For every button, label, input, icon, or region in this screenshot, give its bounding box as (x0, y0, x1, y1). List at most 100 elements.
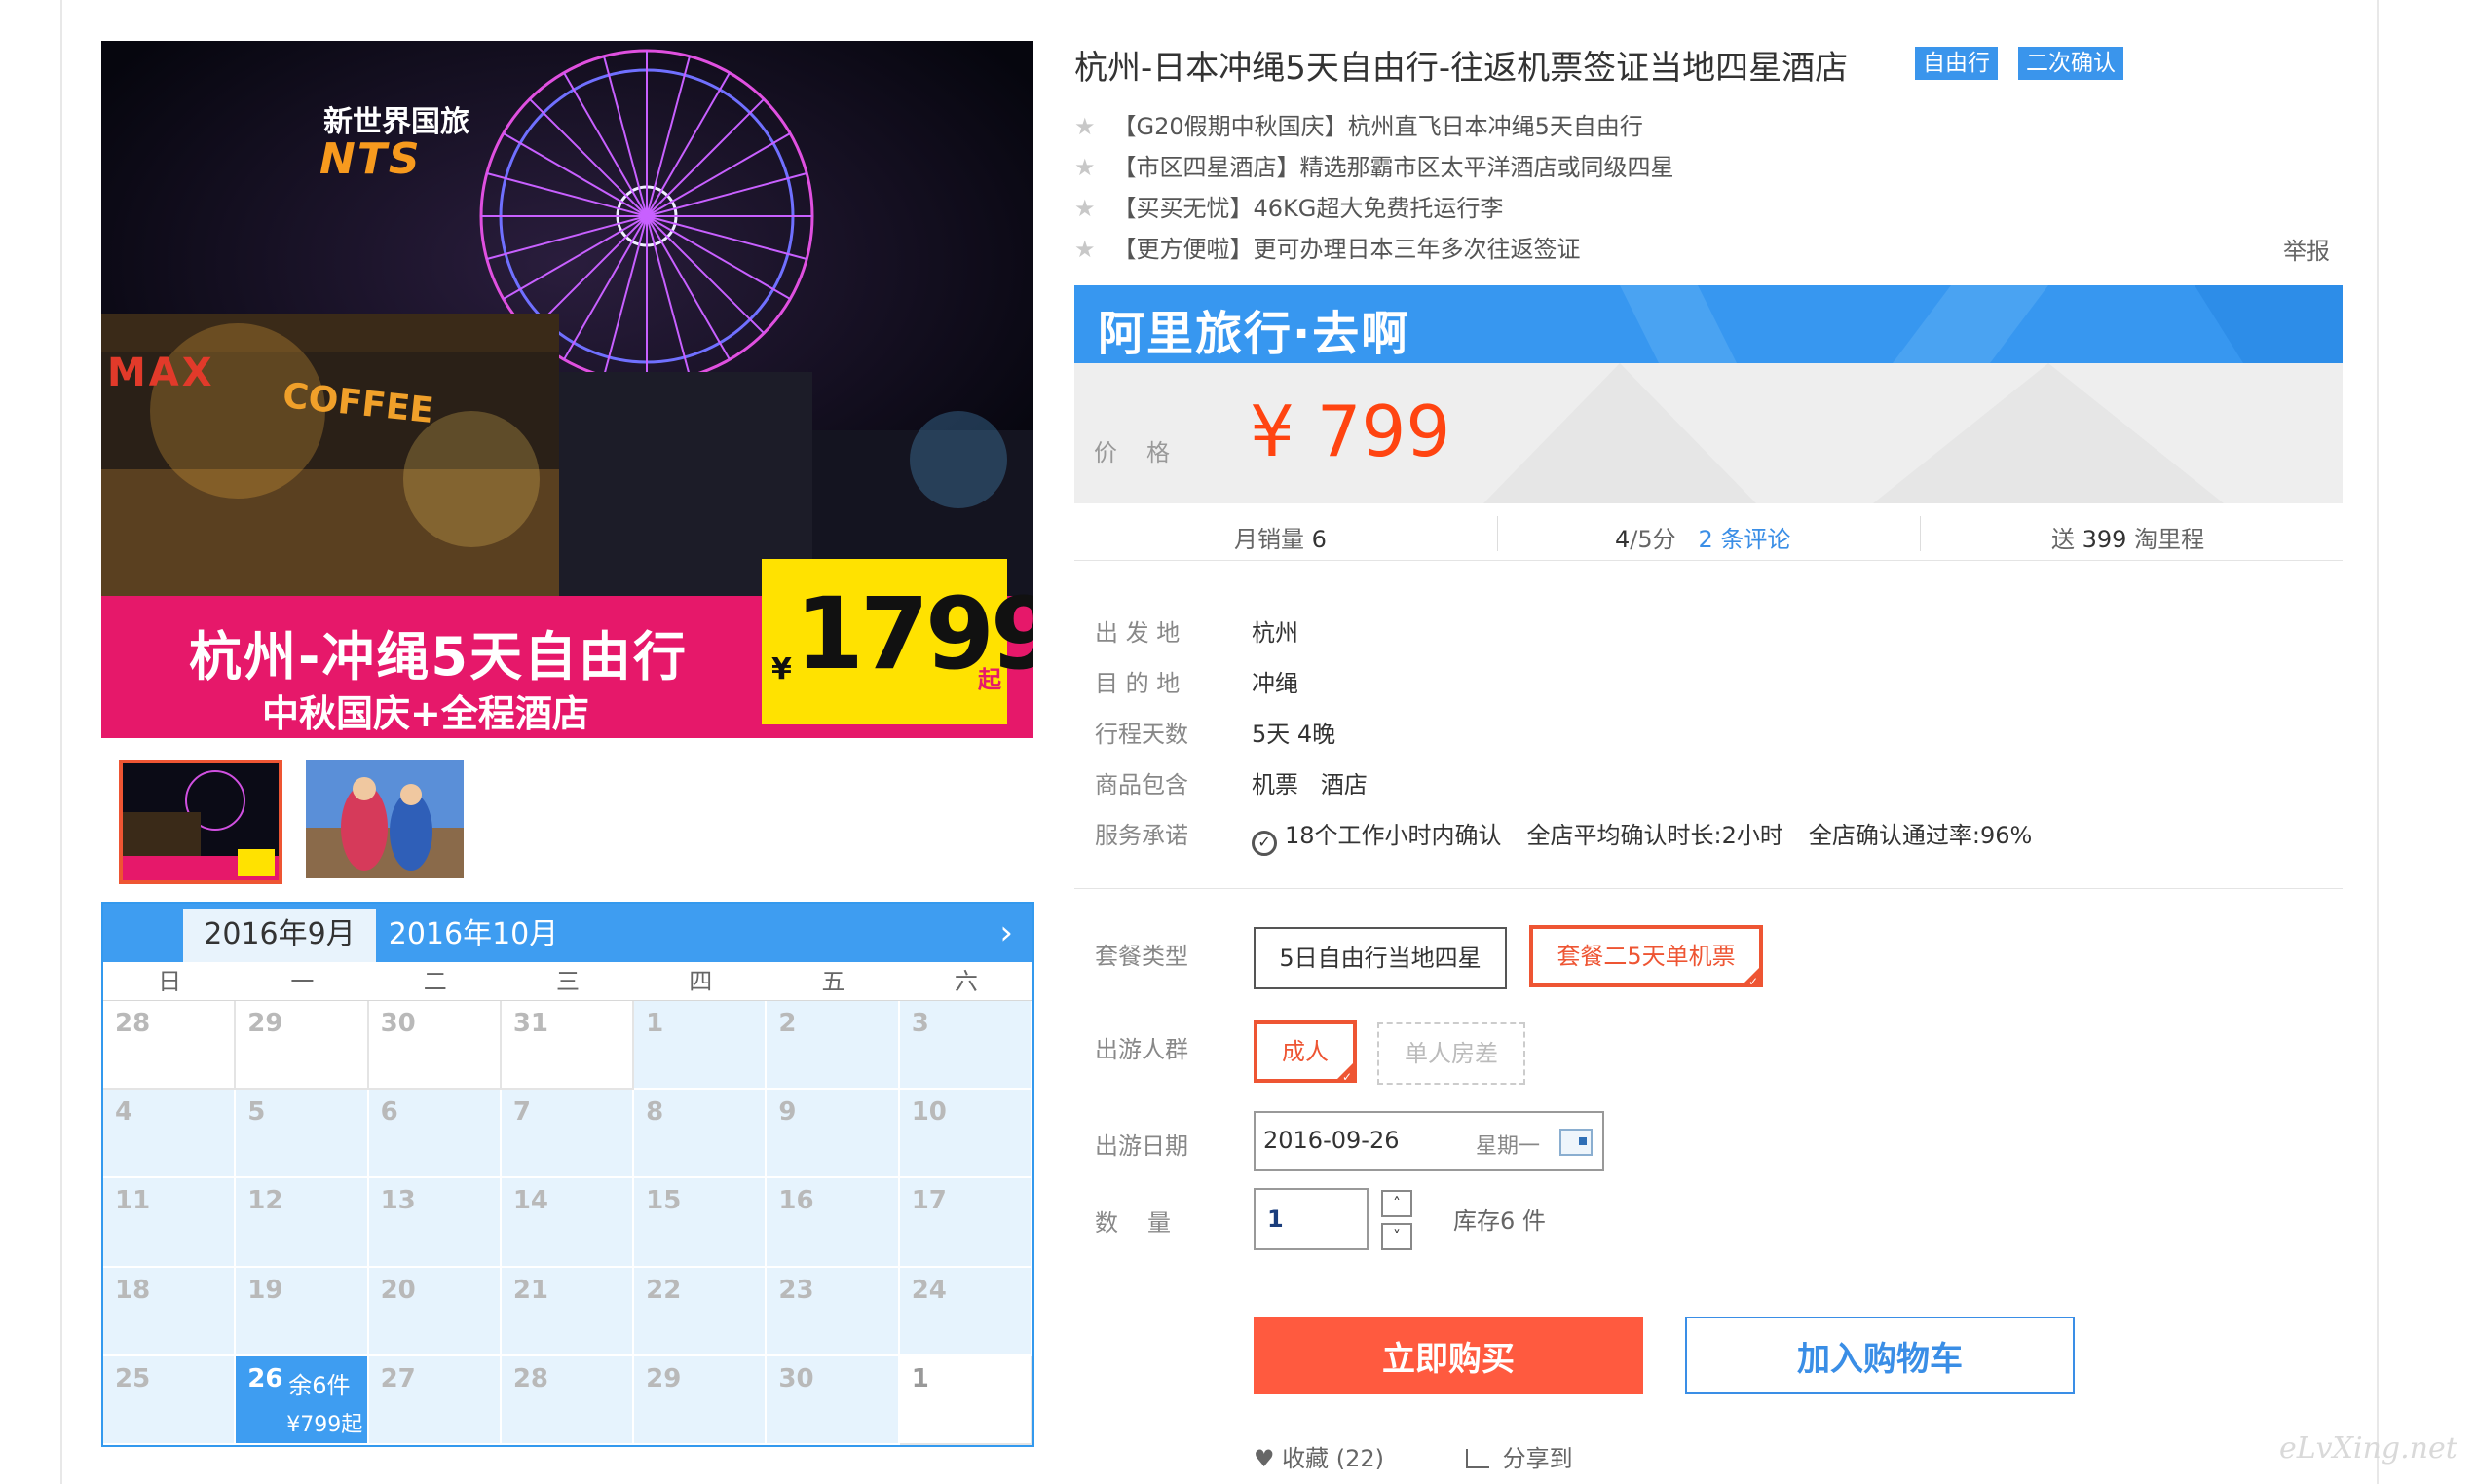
calendar-tab-current-month[interactable]: 2016年9月 (183, 909, 376, 962)
calendar-day: 29 (236, 1001, 369, 1091)
calendar-icon[interactable] (1559, 1129, 1593, 1156)
points-suffix: 淘里程 (2134, 526, 2205, 553)
traveler-option-single-supplement[interactable]: 单人房差 (1377, 1022, 1525, 1085)
stock-count: 库存6 件 (1453, 1207, 1546, 1235)
quantity-increment-button[interactable]: ˄ (1381, 1190, 1412, 1217)
price-value: ¥ 799 (1250, 390, 1451, 472)
promo-banner-subtitle: 中秋国庆+全程酒店 (262, 692, 589, 735)
price-label: 价格 (1094, 439, 1199, 466)
quantity-decrement-button[interactable]: ˅ (1381, 1223, 1412, 1250)
travel-date-label: 出游日期 (1095, 1132, 1188, 1160)
weekday-label: 四 (689, 968, 713, 995)
points-prefix: 送 (2051, 526, 2075, 553)
service-item: 全店平均确认时长:2小时 (1526, 822, 1783, 849)
quantity-label: 数量 (1095, 1209, 1200, 1237)
calendar-day: 9 (767, 1090, 900, 1179)
travel-date-input[interactable]: 2016-09-26 星期一 (1254, 1111, 1604, 1171)
travel-date-value: 2016-09-26 (1263, 1127, 1400, 1154)
day-number: 23 (778, 1275, 814, 1305)
monthly-sales: 月销量 6 (1234, 520, 1327, 554)
buy-now-button[interactable]: 立即购买 (1254, 1317, 1643, 1394)
product-title: 杭州-日本冲绳5天自由行-往返机票签证当地四星酒店 (1074, 49, 1849, 88)
day-number: 12 (247, 1186, 283, 1216)
day-number: 3 (911, 1009, 929, 1038)
day-number: 5 (247, 1097, 266, 1128)
sales-stats-bar: 月销量 6 4/5分 2 条评论 送 399 淘里程 (1074, 516, 2343, 561)
calendar-day: 1 (634, 1001, 768, 1091)
calendar-day: 27 (368, 1355, 502, 1445)
rating-suffix: /5分 (1630, 526, 1676, 553)
promo-price-currency: ¥ (771, 652, 792, 686)
calendar-day: 20 (368, 1267, 502, 1356)
report-link[interactable]: 举报 (2283, 232, 2330, 266)
weekday-label: 三 (555, 968, 580, 995)
day-number: 7 (512, 1097, 531, 1128)
package-option-label: 套餐二5天单机票 (1557, 943, 1736, 970)
day-number: 15 (646, 1186, 682, 1216)
service-item: 全店确认通过率:96% (1808, 822, 2033, 849)
brand-title: 阿里旅行·去啊 (1098, 307, 1410, 361)
service-promise: ✓ 18个工作小时内确认 全店平均确认时长:2小时 全店确认通过率:96% (1252, 816, 2057, 856)
calendar-day: 8 (634, 1090, 768, 1179)
day-number: 22 (646, 1275, 682, 1305)
checkmark-icon: ✓ (1747, 975, 1758, 988)
favorite-link[interactable]: ♥ 收藏 (22) (1254, 1439, 1384, 1473)
day-number: 16 (778, 1186, 814, 1216)
traveler-option-adult-selected[interactable]: 成人 ✓ (1254, 1020, 1357, 1084)
attr-value-departure: 杭州 (1252, 619, 1298, 647)
attr-label-departure: 出 发 地 (1095, 619, 1181, 647)
day-number: 24 (911, 1275, 947, 1305)
checkmark-icon: ✓ (1341, 1070, 1352, 1084)
calendar-day: 10 (899, 1090, 1032, 1179)
traveler-option-label: 成人 (1282, 1038, 1329, 1065)
thumbnail-2[interactable] (306, 760, 469, 884)
attr-value-destination: 冲绳 (1252, 670, 1298, 697)
calendar-day: 21 (501, 1267, 635, 1356)
nts-logo-mark: NTS (319, 134, 422, 184)
calendar-day-selected[interactable]: 26 余6件 ¥799起 (236, 1355, 369, 1445)
calendar-day: 1 (899, 1355, 1032, 1445)
calendar-grid: 28 29 30 31 1 2 3 4 5 6 7 8 9 10 11 12 1… (103, 1001, 1032, 1445)
day-number: 26 (247, 1363, 283, 1393)
calendar-day: 30 (767, 1355, 900, 1445)
day-remaining-stock: 余6件 (288, 1371, 351, 1399)
day-number: 11 (115, 1186, 151, 1216)
calendar-day: 2 (767, 1001, 900, 1091)
rating-value: 4 (1615, 526, 1631, 553)
calendar-day: 30 (368, 1001, 502, 1091)
day-number: 30 (778, 1363, 814, 1393)
package-option-1[interactable]: 5日自由行当地四星 (1254, 927, 1507, 989)
quantity-box (1254, 1188, 1369, 1250)
calendar-weekday-row: 日 一 二 三 四 五 六 (103, 962, 1032, 1001)
main-product-image[interactable]: 新世界国旅 NTS MAX COFFEE 杭州-冲绳5天自由行 中秋国庆+全程酒… (101, 41, 1033, 738)
attr-value-duration: 5天 4晚 (1252, 721, 1336, 748)
day-number: 27 (380, 1363, 416, 1393)
max-sign: MAX (107, 351, 215, 395)
promo-banner-title: 杭州-冲绳5天自由行 (189, 626, 688, 687)
thumbnail-1[interactable] (119, 760, 282, 884)
calendar-day: 23 (767, 1267, 900, 1356)
day-number: 21 (512, 1275, 549, 1305)
page-border-left (60, 0, 62, 1484)
package-option-2-selected[interactable]: 套餐二5天单机票 ✓ (1529, 925, 1763, 988)
calendar-day: 14 (501, 1178, 635, 1268)
calendar-day: 15 (634, 1178, 768, 1268)
calendar-day: 29 (634, 1355, 768, 1445)
day-number: 10 (911, 1097, 947, 1128)
share-link[interactable]: 分享到 (1466, 1439, 1573, 1473)
calendar-tab-next-month[interactable]: 2016年10月 (376, 909, 571, 962)
stats-divider (1920, 516, 1921, 551)
departure-calendar: 2016年9月 2016年10月 › 日 一 二 三 四 五 六 28 29 3… (101, 902, 1034, 1447)
share-icon (1466, 1449, 1489, 1468)
price-panel: 价格 ¥ 799 (1074, 363, 2343, 503)
brand-bar: 阿里旅行·去啊 (1074, 285, 2343, 363)
star-icon: ★ (1074, 236, 1096, 263)
reviews-link[interactable]: 2 条评论 (1699, 526, 1791, 553)
day-number: 29 (247, 1009, 283, 1038)
monthly-sales-value: 6 (1311, 526, 1327, 553)
section-divider (1074, 888, 2343, 889)
travel-date-weekday: 星期一 (1476, 1134, 1541, 1159)
chevron-right-icon[interactable]: › (999, 913, 1013, 952)
add-to-cart-button[interactable]: 加入购物车 (1685, 1317, 2075, 1394)
quantity-input[interactable] (1256, 1190, 1367, 1248)
